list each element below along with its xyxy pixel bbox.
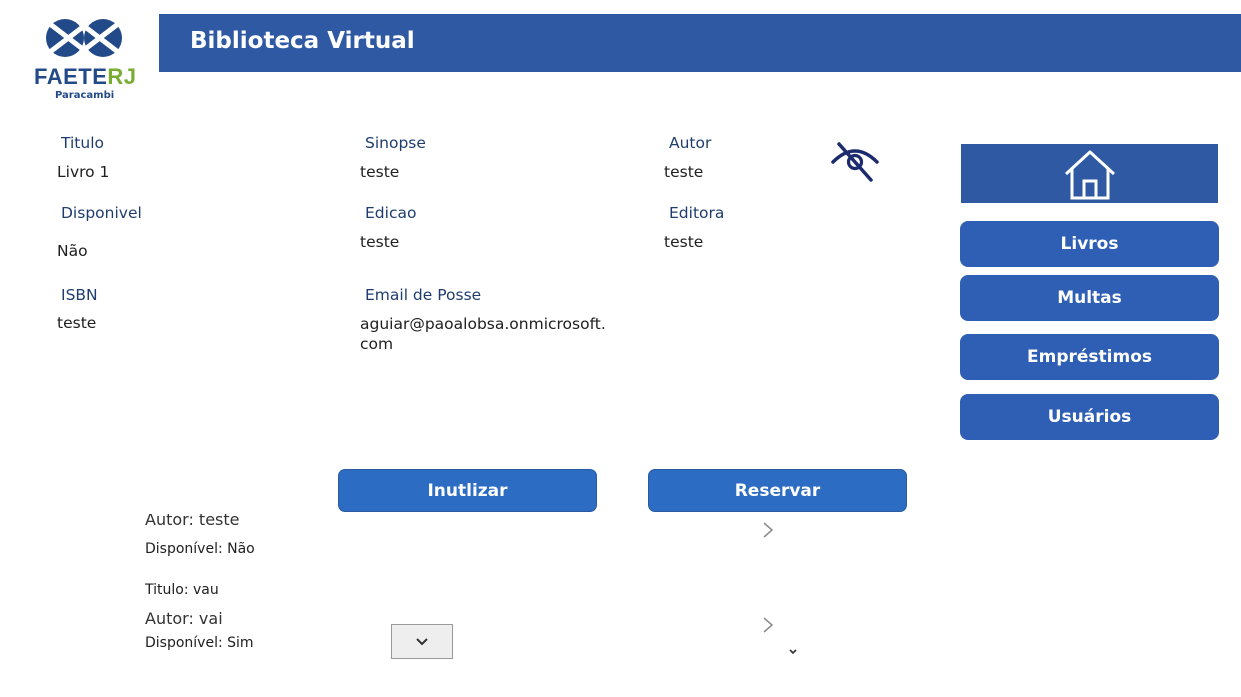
email-label: Email de Posse [365, 286, 482, 304]
editora-value: teste [664, 233, 704, 251]
eye-off-icon[interactable] [829, 138, 881, 184]
autor-label: Autor [669, 134, 712, 152]
chevron-right-icon[interactable] [762, 521, 774, 539]
chevron-down-icon [416, 637, 428, 645]
editora-label: Editora [669, 204, 725, 222]
item-disponivel: Disponível: Não [145, 541, 255, 557]
titulo-label: Titulo [61, 134, 104, 152]
reservar-button[interactable]: Reservar [648, 469, 907, 512]
isbn-label: ISBN [61, 286, 98, 304]
titulo-value: Livro 1 [57, 163, 110, 181]
faeterj-logo: FAETERJ Paracambi [34, 14, 137, 106]
logo-wordmark: FAETERJ [34, 64, 137, 89]
email-value: aguiar@paoalobsa.onmicrosoft.com [360, 315, 606, 353]
app-screen: FAETERJ Paracambi Biblioteca Virtual Tit… [0, 0, 1241, 697]
page-title: Biblioteca Virtual [190, 28, 415, 54]
item-titulo: Titulo: vau [145, 582, 219, 598]
emprestimos-button[interactable]: Empréstimos [960, 334, 1219, 380]
multas-button[interactable]: Multas [960, 275, 1219, 321]
home-icon [1064, 150, 1115, 199]
logo-emblem-icon [46, 19, 122, 57]
item-autor: Autor: vai [145, 609, 223, 628]
autor-value: teste [664, 163, 704, 181]
item-disponivel: Disponível: Sim [145, 635, 254, 651]
logo-subtitle: Paracambi [55, 90, 115, 101]
usuarios-button[interactable]: Usuários [960, 394, 1219, 440]
header-bar: Biblioteca Virtual [159, 14, 1241, 72]
edicao-value: teste [360, 233, 400, 251]
isbn-value: teste [57, 314, 97, 332]
book-gallery: Autor: teste Disponível: Não Titulo: vau… [0, 514, 940, 697]
disponivel-value: Não [57, 242, 88, 260]
scroll-down-chevron-icon[interactable] [787, 646, 799, 658]
sinopse-label: Sinopse [365, 134, 426, 152]
inutilizar-button[interactable]: Inutlizar [338, 469, 597, 512]
edicao-label: Edicao [365, 204, 417, 222]
chevron-right-icon[interactable] [762, 616, 774, 634]
home-button[interactable] [961, 144, 1218, 203]
disponivel-label: Disponivel [61, 204, 142, 222]
item-autor: Autor: teste [145, 514, 240, 529]
dropdown-button[interactable] [391, 624, 453, 659]
livros-button[interactable]: Livros [960, 221, 1219, 267]
sinopse-value: teste [360, 163, 400, 181]
